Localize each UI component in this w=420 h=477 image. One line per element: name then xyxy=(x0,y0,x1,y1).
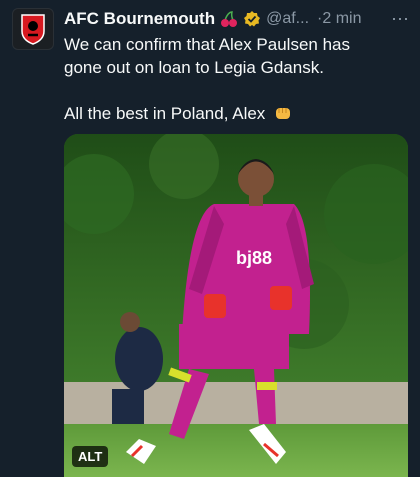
avatar[interactable] xyxy=(12,8,54,50)
cherries-icon xyxy=(220,10,238,28)
author-handle[interactable]: @af... xyxy=(266,10,309,28)
time-value: 2 min xyxy=(322,10,362,27)
sponsor-text: bj88 xyxy=(236,248,272,268)
more-options-icon[interactable]: ⋯ xyxy=(391,9,410,30)
tweet-media[interactable]: bj88 ALT xyxy=(64,134,408,477)
club-crest-icon xyxy=(21,14,45,45)
tweet-time[interactable]: ·2 min xyxy=(317,10,361,28)
verified-badge-icon[interactable] xyxy=(243,10,261,28)
tweet-body: AFC Bournemouth @af... ·2 min ⋯ We can c… xyxy=(64,8,410,128)
author-name[interactable]: AFC Bournemouth xyxy=(64,9,215,29)
goalkeeper-photo: bj88 xyxy=(64,134,408,477)
alt-text-badge[interactable]: ALT xyxy=(72,446,109,467)
tweet-line-1: We can confirm that Alex Paulsen has xyxy=(64,35,351,54)
tweet-line-4: All the best in Poland, Alex xyxy=(64,102,410,128)
tweet-header: AFC Bournemouth @af... ·2 min ⋯ xyxy=(64,8,410,30)
fist-emoji-icon xyxy=(274,104,292,128)
tweet-text: We can confirm that Alex Paulsen has gon… xyxy=(64,33,410,128)
tweet-line-2: gone out on loan to Legia Gdansk. xyxy=(64,58,324,77)
